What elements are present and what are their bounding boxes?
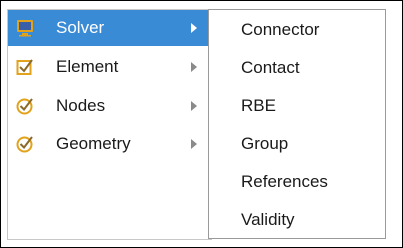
menu-item-label: Solver: [56, 18, 105, 37]
chevron-right-icon: [191, 101, 197, 111]
check-circle-icon: [16, 98, 33, 115]
context-menu: Solver Element Nodes Geometry: [7, 9, 212, 240]
submenu-item-connector[interactable]: Connector: [241, 20, 319, 44]
monitor-icon: [17, 20, 33, 37]
submenu-item-validity[interactable]: Validity: [241, 210, 295, 234]
submenu-item-group[interactable]: Group: [241, 134, 288, 158]
chevron-right-icon: [191, 139, 197, 149]
menu-item-nodes[interactable]: Nodes: [8, 88, 211, 124]
chevron-right-icon: [191, 23, 197, 33]
solver-submenu: Connector Contact RBE Group References V…: [208, 9, 386, 239]
menu-item-label: Element: [56, 57, 119, 76]
submenu-item-contact[interactable]: Contact: [241, 58, 300, 82]
menu-item-label: Nodes: [56, 96, 106, 115]
submenu-item-references[interactable]: References: [241, 172, 328, 196]
check-circle-icon: [16, 136, 33, 153]
menu-item-label: Geometry: [56, 134, 131, 153]
menu-item-solver[interactable]: Solver: [8, 10, 211, 46]
submenu-item-rbe[interactable]: RBE: [241, 96, 276, 120]
menu-item-geometry[interactable]: Geometry: [8, 126, 211, 162]
check-square-icon: [16, 59, 33, 75]
menu-item-element[interactable]: Element: [8, 49, 211, 85]
chevron-right-icon: [191, 62, 197, 72]
